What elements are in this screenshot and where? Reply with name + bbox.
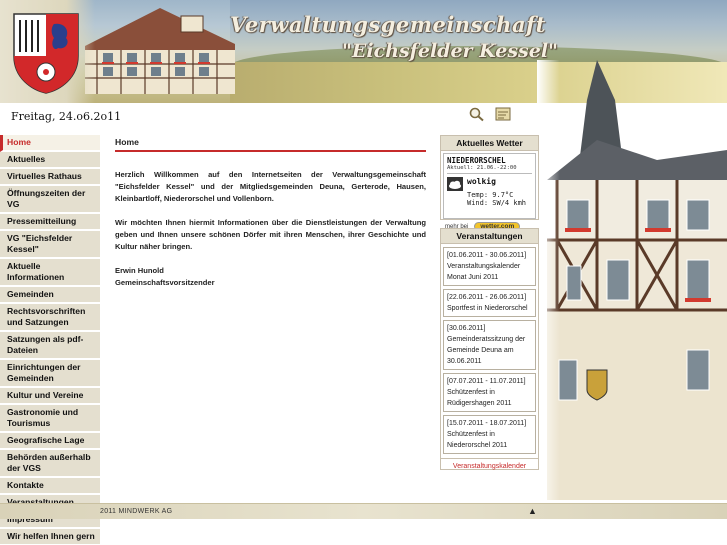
sitemap-icon[interactable] [494,106,512,122]
event-date: [01.06.2011 - 30.06.2011] [447,252,527,259]
town-hall-image [85,8,235,94]
weather-widget: Aktuelles Wetter NIEDERORSCHEL Aktuell: … [440,135,539,231]
nav-item-aktuelle-informationen[interactable]: Aktuelle Informationen [0,259,100,287]
weather-wind: Wind: SW/4 kmh [467,199,527,207]
nav-item-geografische-lage[interactable]: Geografische Lage [0,433,100,450]
weather-location: NIEDERORSCHEL [447,156,506,165]
nav-item-kultur-vereine[interactable]: Kultur und Vereine [0,388,100,405]
events-widget: Veranstaltungen [01.06.2011 - 30.06.2011… [440,228,539,470]
site-subtitle: "Eichsfelder Kessel" [342,40,558,62]
back-to-top-icon[interactable]: ▲ [528,506,537,516]
footer-copyright: 2011 MINDWERK AG [100,508,173,515]
signature-role: Gemeinschaftsvorsitzender [115,278,215,287]
weather-updated: Aktuell: 21.06.-22:00 [447,165,532,174]
footer: 2011 MINDWERK AG ▲ [0,503,727,519]
event-date: [22.06.2011 - 26.06.2011] [447,294,527,301]
nav-item-wir-helfen[interactable]: Wir helfen Ihnen gern [0,529,100,545]
main-navigation: Home Aktuelles Virtuelles Rathaus Öffnun… [0,135,100,545]
event-item[interactable]: [30.06.2011] Gemeinderatssitzung der Gem… [443,320,536,370]
events-title: Veranstaltungen [441,229,538,244]
signature-name: Erwin Hunold [115,266,164,275]
event-text: Schützenfest in Niederorschel 2011 [447,431,508,449]
site-title: Verwaltungsgemeinschaft [230,12,546,37]
event-item[interactable]: [15.07.2011 - 18.07.2011] Schützenfest i… [443,415,536,454]
event-text: Veranstaltungskalender Monat Juni 2011 [447,263,521,281]
event-item[interactable]: [01.06.2011 - 30.06.2011] Veranstaltungs… [443,247,536,286]
nav-item-einrichtungen[interactable]: Einrichtungen der Gemeinden [0,360,100,388]
event-text: Schützenfest in Rüdigershagen 2011 [447,389,512,407]
nav-item-gastronomie-tourismus[interactable]: Gastronomie und Tourismus [0,405,100,433]
event-text: Sportfest in Niederorschel [447,305,528,312]
nav-item-satzungen-pdf[interactable]: Satzungen als pdf-Dateien [0,332,100,360]
nav-item-oeffnungszeiten[interactable]: Öffnungszeiten der VG [0,186,100,214]
event-date: [30.06.2011] [447,325,486,332]
event-text: Gemeinderatssitzung der Gemeinde Deuna a… [447,336,526,365]
weather-temperature: Temp: 9.7°C [467,191,514,199]
nav-item-gemeinden[interactable]: Gemeinden [0,287,100,304]
weather-panel[interactable]: NIEDERORSCHEL Aktuell: 21.06.-22:00 wolk… [443,153,536,219]
coat-of-arms-logo [13,13,79,94]
events-calendar-link[interactable]: Veranstaltungskalender [441,458,538,470]
half-timbered-building-image [537,60,727,500]
nav-item-behoerden[interactable]: Behörden außerhalb der VGS [0,450,100,478]
nav-item-virtuelles-rathaus[interactable]: Virtuelles Rathaus [0,169,100,186]
nav-item-aktuelles[interactable]: Aktuelles [0,152,100,169]
weather-condition: wolkig [467,177,496,186]
event-date: [07.07.2011 - 11.07.2011] [447,378,526,385]
nav-item-kontakte[interactable]: Kontakte [0,478,100,495]
current-date: Freitag, 24.o6.2o11 [11,110,122,123]
nav-item-pressemitteilung[interactable]: Pressemitteilung [0,214,100,231]
event-item[interactable]: [07.07.2011 - 11.07.2011] Schützenfest i… [443,373,536,412]
page-title: Home [115,137,426,152]
cloud-icon [447,177,463,191]
event-item[interactable]: [22.06.2011 - 26.06.2011] Sportfest in N… [443,289,536,317]
weather-title: Aktuelles Wetter [441,136,538,151]
nav-item-vg-eichsfelder-kessel[interactable]: VG "Eichsfelder Kessel" [0,231,100,259]
main-content: Home Herzlich Willkommen auf den Interne… [115,137,426,289]
info-paragraph: Wir möchten Ihnen hiermit Informationen … [115,218,426,251]
welcome-paragraph: Herzlich Willkommen auf den Internetseit… [115,170,426,203]
nav-item-rechtsvorschriften[interactable]: Rechtsvorschriften und Satzungen [0,304,100,332]
event-date: [15.07.2011 - 18.07.2011] [447,420,527,427]
search-icon[interactable] [468,106,486,122]
nav-item-home[interactable]: Home [0,135,100,152]
